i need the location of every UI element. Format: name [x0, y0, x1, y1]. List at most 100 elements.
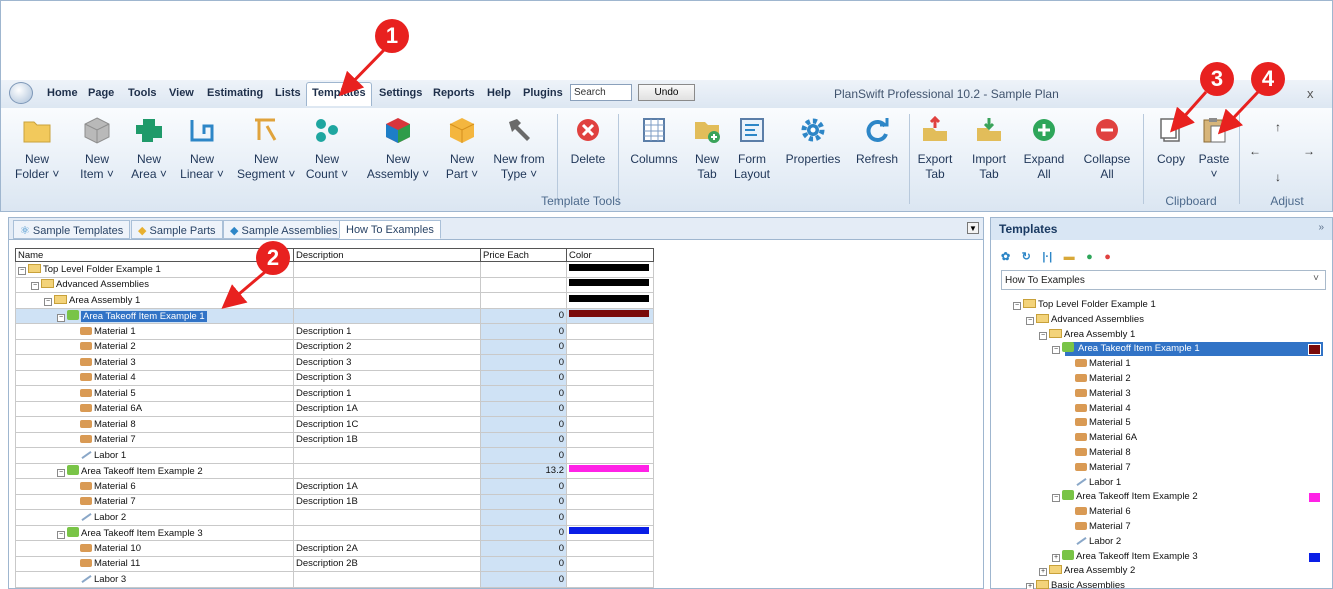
tree-node[interactable]: − Advanced Assemblies	[1026, 313, 1144, 328]
table-row[interactable]: − Top Level Folder Example 1	[15, 261, 654, 278]
cell-name[interactable]: Material 11	[15, 555, 294, 572]
collapse-node-icon[interactable]: −	[18, 266, 26, 275]
cell-name[interactable]: Labor 1	[15, 447, 294, 464]
app-orb-button[interactable]	[9, 82, 33, 104]
tab-sample-parts[interactable]: ◆ Sample Parts	[131, 220, 223, 239]
cell-price[interactable]	[480, 276, 567, 293]
table-row[interactable]: Material 10 Description 2A 0	[15, 540, 654, 557]
new-count-button[interactable]: New Count ˅	[302, 116, 352, 182]
tree-node[interactable]: Material 4	[1065, 402, 1131, 417]
menu-help[interactable]: Help	[487, 87, 511, 99]
tree-node[interactable]: Material 8	[1065, 446, 1131, 461]
panel-collapse-icon[interactable]: »	[1318, 222, 1324, 233]
adjust-down-icon[interactable]: ↓	[1275, 170, 1281, 184]
cell-color[interactable]	[566, 338, 654, 355]
cell-name[interactable]: Material 6A	[15, 400, 294, 417]
column-header-color[interactable]: Color	[566, 248, 654, 262]
new-part-button[interactable]: New Part ˅	[442, 116, 482, 182]
tree-node[interactable]: Material 6	[1065, 505, 1131, 520]
new-tab-button[interactable]: New Tab	[689, 116, 725, 182]
cell-description[interactable]: Description 1A	[293, 400, 481, 417]
cell-name[interactable]: Labor 2	[15, 509, 294, 526]
table-row[interactable]: − Area Takeoff Item Example 3 0	[15, 524, 654, 541]
cell-color[interactable]	[566, 400, 654, 417]
expand-node-icon[interactable]: +	[1039, 568, 1047, 577]
expand-all-button[interactable]: Expand All	[1017, 116, 1071, 182]
cell-description[interactable]: Description 3	[293, 354, 481, 371]
cell-price[interactable]: 0	[480, 354, 567, 371]
table-row[interactable]: Material 7 Description 1B 0	[15, 431, 654, 448]
expand-node-icon[interactable]: +	[1026, 583, 1034, 589]
cell-color[interactable]	[566, 292, 654, 309]
cell-price[interactable]: 13.2	[480, 462, 567, 479]
cell-color[interactable]	[566, 540, 654, 557]
cell-color[interactable]	[566, 416, 654, 433]
cell-description[interactable]: Description 2B	[293, 555, 481, 572]
adjust-up-icon[interactable]: ↑	[1275, 120, 1281, 134]
cell-name[interactable]: Material 3	[15, 354, 294, 371]
cell-color[interactable]	[566, 555, 654, 572]
cell-color[interactable]	[566, 431, 654, 448]
undo-button[interactable]: Undo	[638, 84, 695, 101]
cell-name[interactable]: − Advanced Assemblies	[15, 276, 294, 293]
collapse-node-icon[interactable]: −	[31, 282, 39, 291]
menu-settings[interactable]: Settings	[379, 87, 422, 99]
remove-icon[interactable]: ●	[1104, 251, 1111, 263]
cell-description[interactable]: Description 1	[293, 385, 481, 402]
cell-name[interactable]: − Area Takeoff Item Example 3	[15, 524, 294, 541]
cell-price[interactable]: 0	[480, 307, 567, 324]
cell-description[interactable]: Description 1B	[293, 493, 481, 510]
cell-color[interactable]	[566, 276, 654, 293]
cell-description[interactable]	[293, 462, 481, 479]
close-icon[interactable]: x	[1307, 86, 1314, 101]
refresh-icon[interactable]: ↻	[1022, 250, 1031, 263]
new-assembly-button[interactable]: New Assembly ˅	[365, 116, 431, 182]
collapse-node-icon[interactable]: −	[57, 313, 65, 322]
cell-name[interactable]: Material 4	[15, 369, 294, 386]
tree-node[interactable]: Material 5	[1065, 416, 1131, 431]
tree-node[interactable]: Material 1	[1065, 357, 1131, 372]
cell-price[interactable]: 0	[480, 416, 567, 433]
paste-button[interactable]: Paste ˅	[1195, 116, 1233, 182]
cell-color[interactable]	[566, 323, 654, 340]
table-row[interactable]: Material 7 Description 1B 0	[15, 493, 654, 510]
cell-price[interactable]: 0	[480, 524, 567, 541]
cell-price[interactable]: 0	[480, 571, 567, 588]
collapse-node-icon[interactable]: −	[44, 297, 52, 306]
cell-name[interactable]: Labor 3	[15, 571, 294, 588]
cell-description[interactable]	[293, 524, 481, 541]
tree-node[interactable]: − Area Takeoff Item Example 2	[1052, 490, 1198, 505]
folder-new-icon[interactable]: ▬	[1064, 251, 1075, 263]
new-linear-button[interactable]: New Linear ˅	[178, 116, 226, 182]
cell-description[interactable]	[293, 307, 481, 324]
cell-color[interactable]	[566, 509, 654, 526]
table-row[interactable]: − Advanced Assemblies	[15, 276, 654, 293]
cell-color[interactable]	[566, 447, 654, 464]
cell-color[interactable]	[566, 261, 654, 278]
new-item-button[interactable]: New Item ˅	[76, 116, 118, 182]
table-row[interactable]: Material 6 Description 1A 0	[15, 478, 654, 495]
menu-page[interactable]: Page	[88, 87, 114, 99]
cell-description[interactable]: Description 3	[293, 369, 481, 386]
cell-price[interactable]: 0	[480, 431, 567, 448]
refresh-button[interactable]: Refresh	[852, 116, 902, 167]
menu-plugins[interactable]: Plugins	[523, 87, 563, 99]
cell-price[interactable]	[480, 292, 567, 309]
collapse-node-icon[interactable]: −	[57, 468, 65, 477]
cell-price[interactable]: 0	[480, 478, 567, 495]
cell-name[interactable]: − Area Takeoff Item Example 2	[15, 462, 294, 479]
cell-name[interactable]: Material 7	[15, 493, 294, 510]
tree-node[interactable]: Labor 1	[1065, 476, 1121, 491]
tree-node[interactable]: Material 3	[1065, 387, 1131, 402]
cell-price[interactable]: 0	[480, 323, 567, 340]
table-row[interactable]: − Area Takeoff Item Example 1 0	[15, 307, 654, 324]
column-header-description[interactable]: Description	[293, 248, 481, 262]
menu-estimating[interactable]: Estimating	[207, 87, 263, 99]
cell-name[interactable]: Material 2	[15, 338, 294, 355]
import-tab-button[interactable]: Import Tab	[969, 116, 1009, 182]
cell-name[interactable]: Material 5	[15, 385, 294, 402]
menu-lists[interactable]: Lists	[275, 87, 301, 99]
table-row[interactable]: Labor 2 0	[15, 509, 654, 526]
export-tab-button[interactable]: Export Tab	[915, 115, 955, 182]
cell-name[interactable]: Material 8	[15, 416, 294, 433]
